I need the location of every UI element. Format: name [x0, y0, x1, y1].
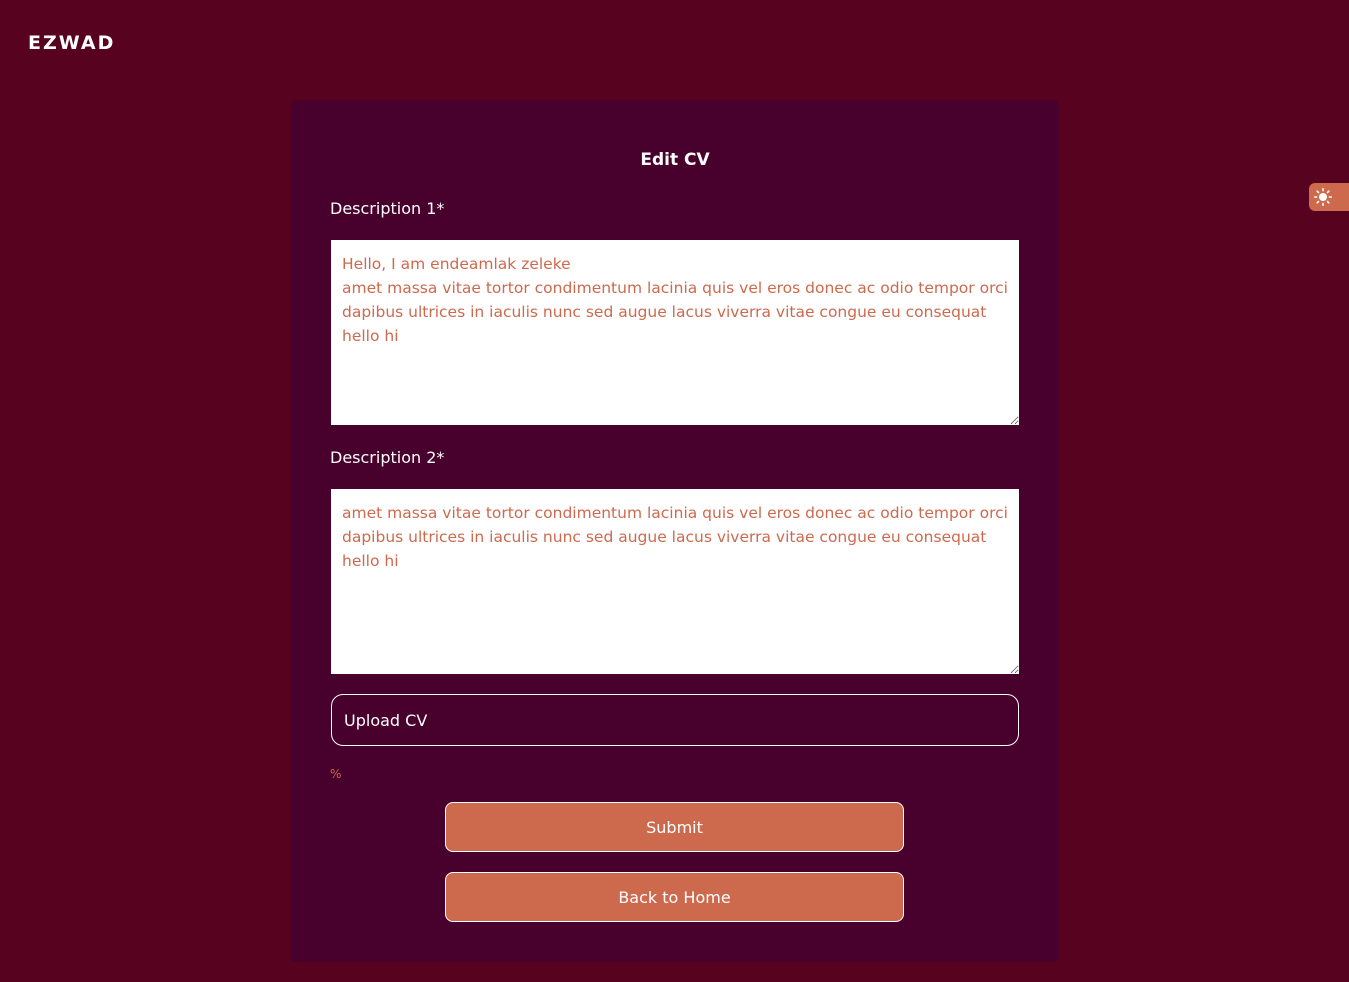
theme-toggle-button[interactable]: [1309, 183, 1349, 211]
upload-progress-text: %: [330, 767, 342, 781]
submit-button[interactable]: Submit: [445, 802, 904, 852]
upload-cv-input[interactable]: Upload CV: [331, 694, 1019, 746]
sun-icon: [1314, 188, 1332, 206]
edit-cv-card: Edit CV Description 1* Hello, I am endea…: [291, 100, 1059, 962]
description-2-label: Description 2*: [330, 448, 445, 467]
description-2-textarea[interactable]: amet massa vitae tortor condimentum laci…: [331, 489, 1019, 674]
description-1-label: Description 1*: [330, 199, 445, 218]
upload-cv-label: Upload CV: [344, 710, 428, 730]
form-title: Edit CV: [640, 150, 710, 170]
back-to-home-button[interactable]: Back to Home: [445, 872, 904, 922]
logo[interactable]: EZWAD: [28, 32, 115, 54]
description-1-textarea[interactable]: Hello, I am endeamlak zeleke amet massa …: [331, 240, 1019, 425]
